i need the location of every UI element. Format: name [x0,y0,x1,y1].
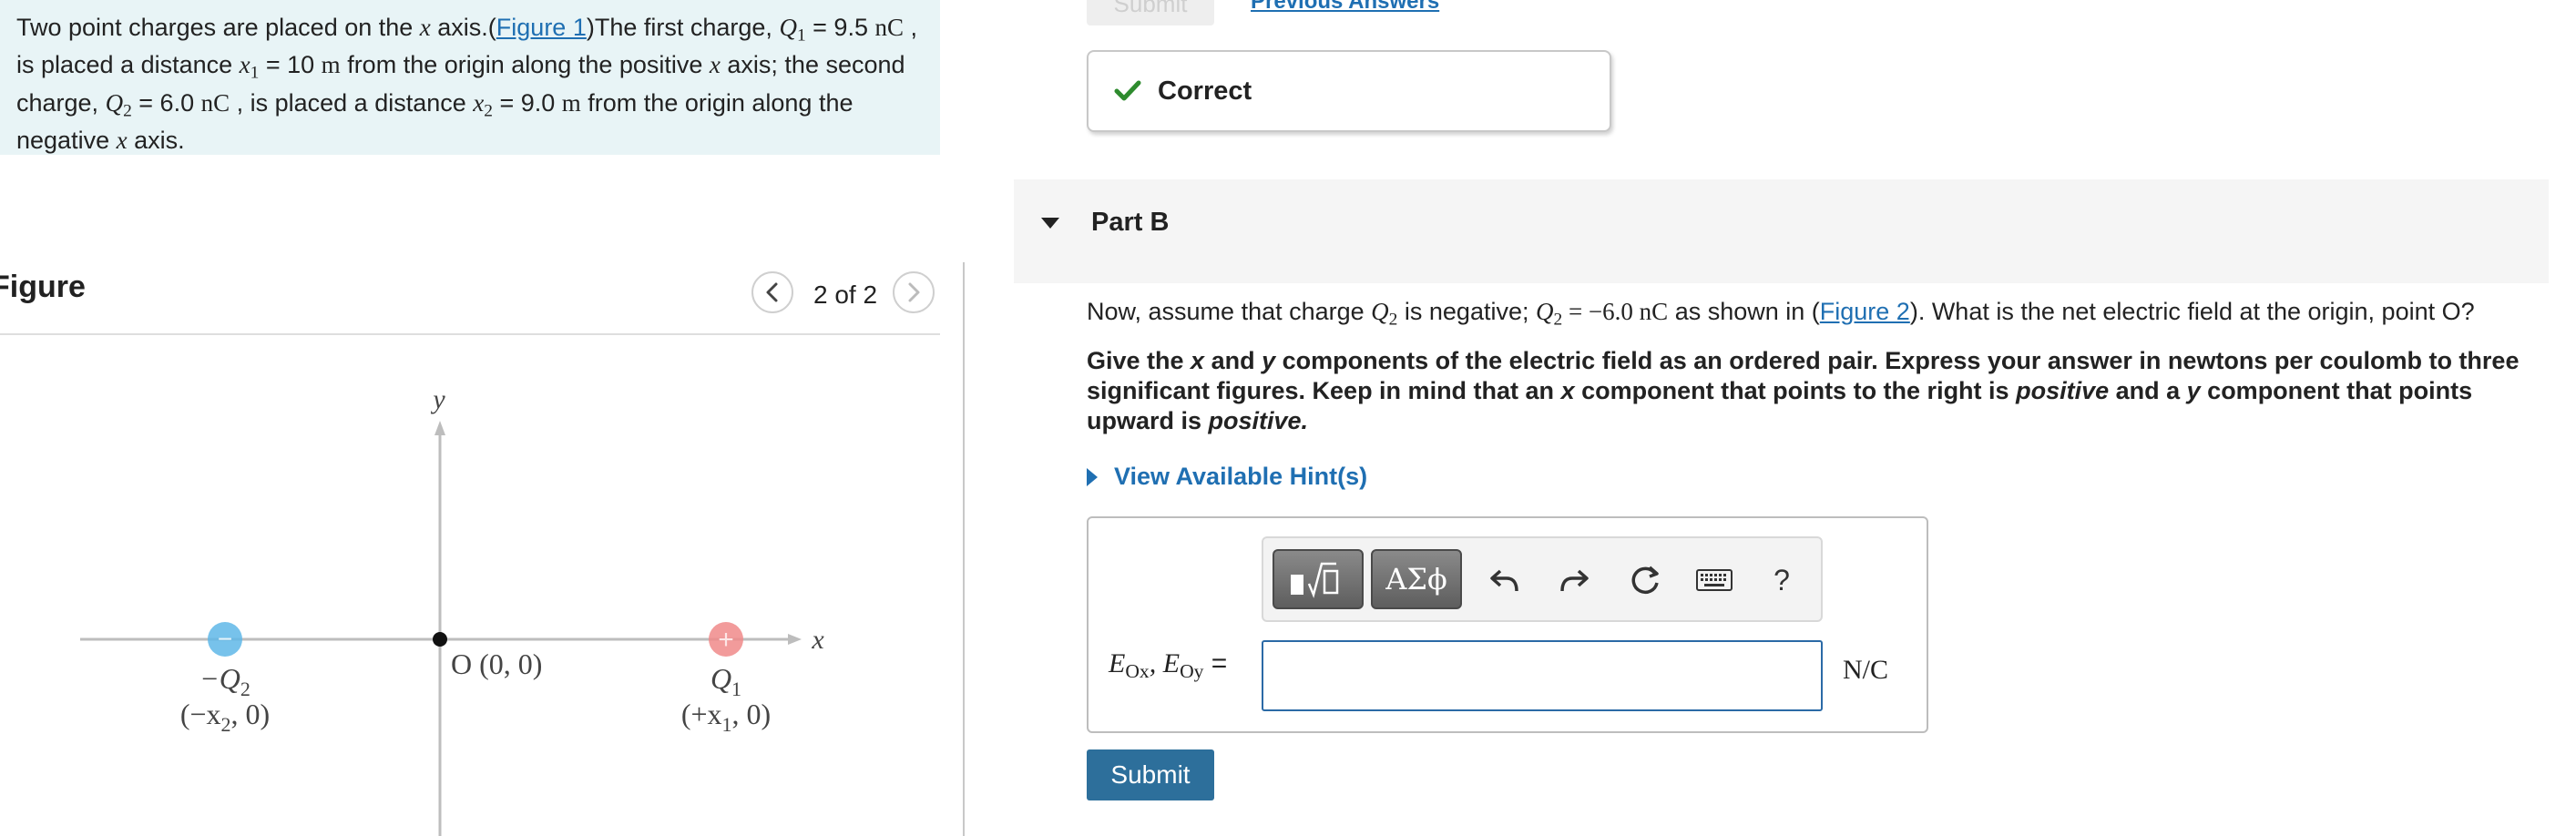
x-axis-arrow [788,634,802,645]
math-toolbar: ΑΣϕ ? [1262,536,1823,622]
charge-diagram: y x O (0, 0) − −Q2 (−x2, 0) + Q1 (+x1, 0… [80,384,824,836]
figure-1-link[interactable]: Figure 1 [496,14,587,41]
view-hints-link[interactable]: View Available Hint(s) [1087,463,1367,491]
checkmark-icon [1114,79,1141,103]
problem-text: axis. [127,127,185,155]
question-text: Now, assume that charge [1087,298,1372,325]
q1-coordinate: (+x1, 0) [681,698,771,736]
unit-m: m [561,88,581,117]
figure-title: Figure [0,270,86,304]
undo-button[interactable] [1480,556,1529,604]
answer-label: EOx, EOy = [1109,648,1228,683]
charge-q1: + [709,622,743,657]
problem-text: )The first charge, [586,14,780,41]
charge-sign: − [218,625,232,653]
previous-answers-link[interactable]: Previous Answers [1251,0,1439,15]
previous-submit-button: Submit [1087,0,1214,25]
figure-prev-button[interactable] [751,271,793,313]
problem-text: , is placed a distance [230,88,474,117]
symbols-button[interactable]: ΑΣϕ [1371,549,1462,609]
x2-value: = 9.0 [492,88,562,117]
submit-button[interactable]: Submit [1087,749,1214,800]
answer-unit: N/C [1843,655,1889,685]
y-axis-arrow [434,421,445,435]
caret-right-icon [1087,467,1098,486]
problem-text: from the origin along the positive [340,51,710,79]
origin-label: O (0, 0) [451,647,542,680]
caret-down-icon[interactable] [1039,216,1061,230]
problem-text: x [709,51,721,79]
keyboard-button[interactable] [1690,556,1739,604]
answer-input[interactable] [1262,640,1823,711]
x-axis-label: x [811,625,824,655]
templates-button[interactable] [1273,549,1364,609]
x1-value: = 10 [259,51,322,79]
question-text: is negative; [1397,298,1536,325]
math-templates-icon [1291,562,1339,598]
problem-text: x [116,127,128,155]
part-b-question: Now, assume that charge Q2 is negative; … [1087,297,2562,334]
q1-value: = 9.5 [805,14,875,41]
unit-nc: nC [1639,298,1669,325]
answer-box: ΑΣϕ ? EOx, EOy = N/C [1087,516,1928,733]
redo-icon [1560,569,1589,592]
q2-symbol: Q2 [1535,298,1563,330]
figure-header: Figure 2 of 2 [0,270,940,333]
figure-2-link[interactable]: Figure 2 [1820,298,1910,325]
figure-counter: 2 of 2 [813,280,878,309]
charge-q2: − [208,622,242,657]
q2-value: = 6.0 [131,88,201,117]
part-b-header[interactable]: Part B [1014,179,2549,283]
part-b-title: Part B [1091,208,1170,237]
q2-value: = −6.0 [1562,298,1640,325]
charge-sign: + [718,625,734,655]
q1-label: Q1 [710,662,741,700]
q2-label: −Q2 [199,662,250,700]
y-axis-label: y [430,384,445,414]
figure-next-button[interactable] [893,271,935,313]
q2-symbol: Q2 [1371,298,1398,330]
panel-divider[interactable] [963,262,965,836]
problem-text: axis.( [430,14,496,41]
unit-m: m [321,51,341,79]
undo-icon [1490,569,1518,592]
help-button[interactable]: ? [1757,556,1806,604]
q2-coordinate: (−x2, 0) [180,698,270,736]
origin-point [433,632,447,647]
question-text: ). What is the net electric field at the… [1909,298,2475,325]
feedback-correct: Correct [1087,50,1611,132]
part-b-instructions: Give the x and y components of the elect… [1087,347,2520,434]
chevron-right-icon [908,282,920,302]
x1-symbol: x1 [239,51,260,83]
unit-nc: nC [200,88,230,117]
problem-text: Two point charges are placed on the [16,14,420,41]
reset-icon [1631,566,1659,595]
problem-text: x [419,14,431,41]
redo-button[interactable] [1549,556,1599,604]
question-text: as shown in ( [1668,298,1820,325]
reset-button[interactable] [1620,556,1670,604]
chevron-left-icon [766,282,778,302]
q1-symbol: Q1 [779,14,806,46]
problem-statement: Two point charges are placed on the x ax… [0,0,940,155]
hint-label: View Available Hint(s) [1114,463,1368,490]
q2-symbol: Q2 [105,88,132,121]
figure-separator [0,333,940,335]
feedback-label: Correct [1158,76,1252,106]
keyboard-icon [1696,569,1733,591]
x2-symbol: x2 [473,88,493,121]
unit-nc: nC [874,14,904,41]
